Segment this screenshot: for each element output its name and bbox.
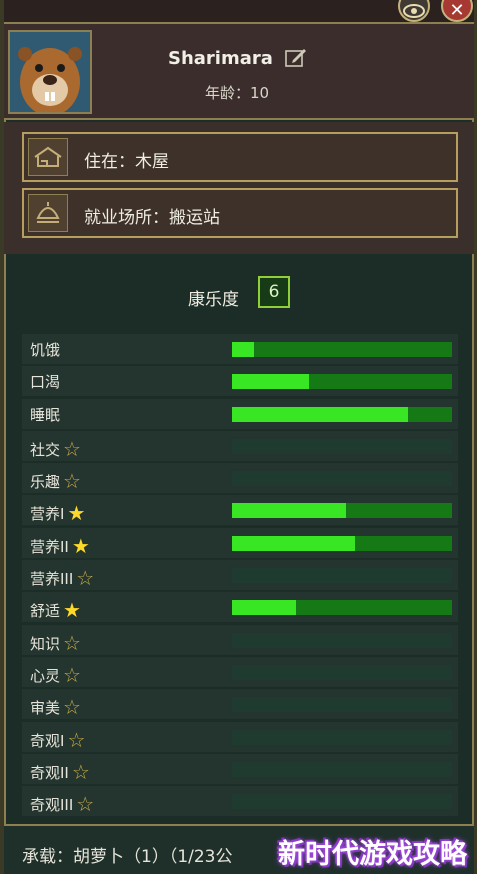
home-info[interactable]: 住在：木屋 [22,132,458,182]
happiness-value: 6 [258,276,290,308]
need-label: 口渴 [30,371,60,392]
need-label-text: 知识 [30,634,61,653]
need-label: 饥饿 [30,339,60,360]
need-label-text: 奇观I [30,731,65,750]
need-label: 奇观III ☆ [30,791,95,817]
need-label-text: 睡眠 [30,405,61,424]
need-bar-fill [232,406,408,422]
need-label-text: 营养III [30,570,74,589]
star-filled-icon: ★ [67,501,86,526]
need-row[interactable]: 营养I ★ [22,495,458,526]
need-bar-fill [232,342,254,357]
need-row[interactable]: 奇观I ☆ [22,721,458,752]
need-bar-fill [232,600,296,616]
need-label-text: 口渴 [30,373,61,392]
eye-icon [403,4,425,18]
need-label-text: 营养II [30,537,69,556]
star-empty-icon: ☆ [63,436,81,461]
edit-icon[interactable] [285,48,307,72]
bell-tower-icon [28,194,68,232]
need-bar [232,471,452,487]
need-label: 奇观I ☆ [30,727,86,752]
need-label-text: 社交 [30,440,61,459]
need-label: 社交 ☆ [30,436,81,461]
home-label: 住在：木屋 [84,152,169,172]
need-row[interactable]: 心灵 ☆ [22,656,458,687]
need-row[interactable]: 睡眠 [22,398,458,429]
need-row[interactable]: 审美 ☆ [22,689,458,720]
star-empty-icon: ☆ [63,469,81,494]
need-row[interactable]: 口渴 [22,366,458,397]
star-empty-icon: ☆ [71,759,90,784]
need-label: 知识 ☆ [30,630,81,655]
need-label: 审美 ☆ [30,694,81,720]
need-bar [232,568,452,584]
need-row[interactable]: 舒适 ★ [22,592,458,623]
workplace-info[interactable]: 就业场所：搬运站 [22,188,458,238]
need-bar [232,697,452,713]
need-bar [232,729,452,745]
need-label-text: 饥饿 [30,341,61,359]
character-name: Sharimara [168,48,273,69]
need-bar-fill [232,374,309,390]
watermark: 新时代游戏攻略 [278,839,467,870]
need-row[interactable]: 奇观II ☆ [22,753,458,784]
need-label-text: 审美 [30,699,61,718]
need-bar-fill [232,503,347,519]
close-icon: ✕ [449,0,465,21]
star-empty-icon: ☆ [76,792,95,817]
need-bar [232,438,452,454]
need-label: 营养II ★ [30,533,90,558]
avatar [8,30,92,114]
need-row[interactable]: 营养II ★ [22,527,458,558]
need-label-text: 奇观III [30,796,74,815]
need-bar [232,503,452,519]
need-row[interactable]: 知识 ☆ [22,624,458,655]
character-age: 年龄：10 [205,84,270,102]
need-bar [232,374,452,390]
need-row[interactable]: 社交 ☆ [22,430,458,461]
need-label-text: 乐趣 [30,473,61,492]
need-bar [232,664,452,680]
carrying-text: 承载：胡萝卜（1）（1/23公 [22,847,233,867]
need-label: 睡眠 [30,404,60,425]
need-label: 奇观II ☆ [30,759,90,784]
needs-list: 饥饿 口渴 睡眠 社交 ☆ 乐趣 ☆ 营养I ★ 营养II ★ 营养III ☆ 舒适 ★ 知识 ☆ 心灵 ☆ 审美 ☆ 奇… [22,334,458,818]
workplace-label: 就业场所：搬运站 [84,208,220,228]
need-label-text: 奇观II [30,763,69,782]
star-filled-icon: ★ [71,533,90,558]
need-label: 营养I ★ [30,500,86,526]
need-bar [232,600,452,616]
star-empty-icon: ☆ [63,662,81,687]
star-filled-icon: ★ [63,598,81,623]
need-bar [232,535,452,551]
need-bar [232,342,452,357]
need-row[interactable]: 奇观III ☆ [22,786,458,817]
star-empty-icon: ☆ [76,566,95,591]
star-empty-icon: ☆ [63,630,81,655]
star-empty-icon: ☆ [63,695,81,720]
star-empty-icon: ☆ [67,727,86,752]
need-bar [232,406,452,422]
need-label-text: 舒适 [30,602,61,621]
house-icon [28,138,68,176]
happiness-label: 康乐度 [188,290,239,310]
need-label: 心灵 ☆ [30,662,81,687]
need-bar [232,632,452,648]
need-bar [232,761,452,777]
need-label: 乐趣 ☆ [30,468,81,494]
need-label: 营养III ☆ [30,565,95,591]
need-label-text: 心灵 [30,666,61,685]
need-label-text: 营养I [30,505,65,524]
need-label: 舒适 ★ [30,597,81,623]
need-row[interactable]: 乐趣 ☆ [22,463,458,494]
need-row[interactable]: 营养III ☆ [22,560,458,591]
need-bar-fill [232,535,356,551]
need-row[interactable]: 饥饿 [22,334,458,364]
need-bar [232,794,452,810]
